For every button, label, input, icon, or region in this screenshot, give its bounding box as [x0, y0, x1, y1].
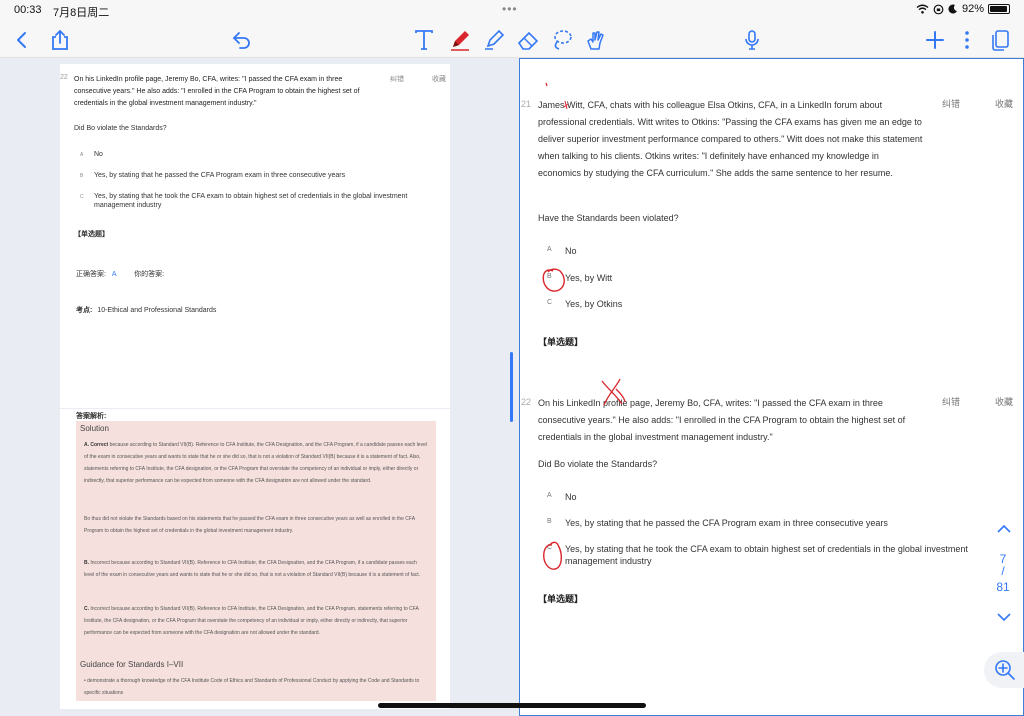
share-icon[interactable]: [46, 26, 74, 54]
back-chevron-icon[interactable]: [8, 26, 36, 54]
option-b[interactable]: B Yes, by stating that he passed the CFA …: [547, 517, 975, 529]
question-number: 22: [60, 74, 68, 81]
left-page-top: 22 On his LinkedIn profile page, Jeremy …: [60, 64, 450, 408]
question-number: 22: [521, 397, 532, 407]
question-text: On his LinkedIn profile page, Jeremy Bo,…: [538, 398, 906, 442]
solution-para-c: C. Incorrect because according to Standa…: [84, 606, 419, 636]
guidance-heading: Guidance for Standards I–VII: [80, 660, 184, 669]
status-bar: 00:33 7月8日周二 ••• 92%: [0, 0, 1024, 22]
status-time: 00:33: [14, 4, 42, 16]
solution-para-a2: Bo thus did not violate the Standards ba…: [84, 516, 415, 534]
question-ask: Have the Standards been violated?: [538, 213, 679, 223]
question-type-tag: 【单选题】: [74, 231, 109, 238]
option-c[interactable]: C Yes, by Otkins: [547, 298, 975, 310]
battery-icon: [988, 4, 1010, 14]
topic-label: 考点:: [76, 307, 93, 314]
multitask-dots-icon[interactable]: •••: [502, 2, 518, 16]
question-ask: Did Bo violate the Standards?: [538, 459, 658, 469]
solution-para-a: A. Correct because according to Standard…: [84, 442, 427, 484]
topic-value: 10-Ethical and Professional Standards: [97, 307, 217, 314]
report-error-button[interactable]: 纠错: [942, 395, 960, 408]
lasso-icon[interactable]: [548, 26, 576, 54]
battery-percent: 92%: [961, 3, 984, 15]
wifi-icon: [916, 4, 929, 14]
left-page-panel[interactable]: 22 On his LinkedIn profile page, Jeremy …: [0, 58, 512, 716]
solution-box: Solution A. Correct because according to…: [76, 421, 436, 701]
your-answer-label: 你的答案:: [134, 271, 165, 278]
zoom-in-icon[interactable]: [994, 659, 1016, 681]
split-divider-handle[interactable]: [510, 352, 513, 422]
favorite-button[interactable]: 收藏: [432, 74, 446, 84]
eraser-icon[interactable]: [514, 26, 542, 54]
total-pages: 81: [996, 580, 1010, 594]
correct-answer-label: 正确答案:: [76, 271, 106, 278]
option-b[interactable]: B Yes, by Witt: [547, 272, 975, 284]
analysis-label: 答案解析:: [76, 413, 107, 420]
toolbar: [0, 22, 1024, 58]
zoom-button[interactable]: [984, 652, 1024, 688]
report-error-button[interactable]: 纠错: [390, 74, 404, 84]
favorite-button[interactable]: 收藏: [995, 97, 1013, 110]
option-b[interactable]: B Yes, by stating that he passed the CFA …: [80, 171, 424, 181]
question-number: 21: [521, 99, 532, 109]
page-separator: /: [1001, 564, 1005, 578]
solution-heading: Solution: [80, 424, 109, 433]
option-a[interactable]: A No: [80, 150, 424, 160]
report-error-button[interactable]: 纠错: [942, 97, 960, 110]
left-page-analysis: 答案解析: Solution A. Correct because accord…: [60, 409, 450, 709]
more-icon[interactable]: [953, 26, 981, 54]
favorite-button[interactable]: 收藏: [995, 395, 1013, 408]
page-navigator: 7 / 81: [990, 520, 1020, 630]
question-type-tag: 【单选题】: [538, 594, 584, 604]
question-ask: Did Bo violate the Standards?: [74, 125, 167, 132]
question-text: On his LinkedIn profile page, Jeremy Bo,…: [74, 76, 360, 107]
option-a[interactable]: A No: [547, 245, 975, 257]
right-page-panel[interactable]: 21 James Witt, CFA, chats with his colle…: [519, 58, 1024, 716]
topic-row: 考点: 10-Ethical and Professional Standard…: [76, 306, 216, 316]
finger-draw-icon[interactable]: [582, 26, 610, 54]
moon-icon: [948, 4, 957, 14]
text-tool-icon[interactable]: [410, 26, 438, 54]
question-type-tag: 【单选题】: [538, 337, 584, 347]
highlighter-icon[interactable]: [480, 26, 508, 54]
lock-rotation-icon: [933, 4, 944, 14]
question-text: James Witt, CFA, chats with his colleagu…: [538, 100, 923, 178]
guidance-bullet: • demonstrate a thorough knowledge of th…: [84, 678, 420, 696]
status-date: 7月8日周二: [53, 7, 110, 19]
home-indicator[interactable]: [378, 703, 646, 708]
option-c[interactable]: C Yes, by stating that he took the CFA ex…: [547, 543, 975, 567]
chevron-down-icon[interactable]: [996, 612, 1012, 622]
chevron-up-icon[interactable]: [996, 524, 1012, 534]
option-c[interactable]: C Yes, by stating that he took the CFA ex…: [80, 192, 424, 210]
option-a[interactable]: A No: [547, 491, 975, 503]
pages-icon[interactable]: [986, 26, 1014, 54]
correct-answer-value: A: [111, 271, 117, 278]
undo-icon[interactable]: [228, 26, 256, 54]
solution-para-b: B. Incorrect because according to Standa…: [84, 560, 421, 578]
microphone-icon[interactable]: [738, 26, 766, 54]
answer-row: 正确答案: A 你的答案:: [76, 270, 164, 280]
pen-icon[interactable]: [446, 26, 474, 54]
plus-icon[interactable]: [921, 26, 949, 54]
